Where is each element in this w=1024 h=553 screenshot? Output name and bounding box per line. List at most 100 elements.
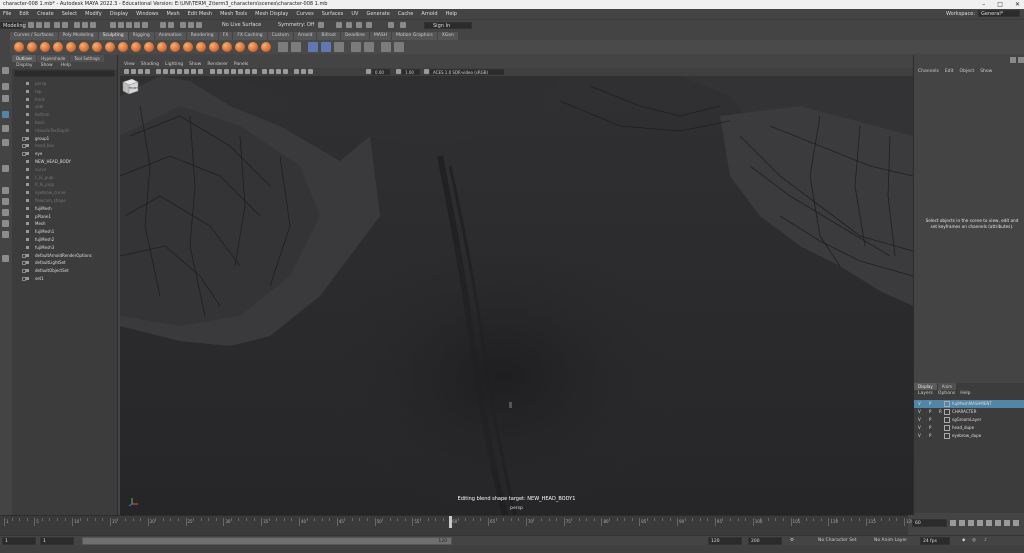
anti-aliasing-icon[interactable] [276, 69, 281, 74]
persp-graph-icon[interactable] [2, 220, 9, 227]
sound-icon[interactable]: ♪ [984, 537, 987, 545]
shelf-tab-mash[interactable]: MASH [369, 32, 392, 40]
anim-prefs-icon[interactable]: ◎ [972, 537, 976, 545]
layer-icon[interactable] [334, 42, 344, 52]
anim-layer-label[interactable]: No Anim Layer [874, 537, 907, 545]
bookmark-icon[interactable] [138, 69, 143, 74]
step-forward-key-icon[interactable] [1004, 520, 1010, 526]
tool-settings-icon[interactable] [356, 22, 362, 28]
open-scene-icon[interactable] [36, 22, 42, 28]
isolate-select-icon[interactable] [294, 69, 299, 74]
shelf-tab-rigging[interactable]: Rigging [128, 32, 154, 40]
menu-mesh-display[interactable]: Mesh Display [255, 11, 288, 17]
layers-help-menu[interactable]: Help [960, 390, 970, 397]
camera-attributes-icon[interactable] [131, 69, 136, 74]
shelf-tab-fx[interactable]: FX [218, 32, 233, 40]
xray-components-icon[interactable] [308, 69, 313, 74]
grid-icon[interactable] [156, 69, 161, 74]
select-hierarchy-icon[interactable] [74, 22, 80, 28]
color-management-icon[interactable] [424, 69, 429, 74]
use-all-lights-icon[interactable] [245, 69, 250, 74]
viewport-menu-lighting[interactable]: Lighting [165, 61, 183, 68]
xray-icon[interactable] [231, 69, 236, 74]
step-back-frame-icon[interactable] [968, 520, 974, 526]
lasso-tool-icon[interactable] [2, 83, 9, 90]
channel-toggle-icon[interactable] [336, 22, 342, 28]
outliner-item[interactable]: back [12, 119, 118, 127]
step-forward-frame-icon[interactable] [995, 520, 1001, 526]
menu-file[interactable]: File [3, 11, 11, 17]
four-pane-icon[interactable] [2, 198, 9, 205]
outliner-item[interactable]: eye [12, 150, 118, 158]
shelf-tab-rendering[interactable]: Rendering [186, 32, 218, 40]
snap-curve-icon[interactable] [118, 22, 124, 28]
viewport-menu-renderer[interactable]: Renderer [207, 61, 228, 68]
pose-editor-icon[interactable] [321, 42, 331, 52]
layer-visibility-toggle[interactable]: V [918, 416, 921, 424]
menu-mesh[interactable]: Mesh [166, 11, 179, 17]
screen-space-ao-icon[interactable] [262, 69, 267, 74]
search-icon[interactable] [2, 255, 9, 262]
outliner-item[interactable]: side [12, 103, 118, 111]
menu-help[interactable]: Help [446, 11, 457, 17]
retopo-icon[interactable] [381, 42, 391, 52]
gamma-field[interactable]: 1.00 [402, 69, 420, 75]
shelf-tab-animation[interactable]: Animation [154, 32, 186, 40]
shelf-tab-deadline[interactable]: Deadline [340, 32, 369, 40]
shelf-tab-fx-caching[interactable]: FX Caching [233, 32, 267, 40]
layer-row[interactable]: V PsgGroomLayer [914, 416, 1024, 424]
sculpt-brush-icon[interactable] [14, 42, 24, 52]
animation-start-field[interactable]: 1 [2, 537, 36, 545]
layer-row[interactable]: V Phead_dupe [914, 424, 1024, 432]
resolution-gate-icon[interactable] [170, 69, 175, 74]
shelf-tab-motion-graphics[interactable]: Motion Graphics [392, 32, 437, 40]
animation-end-field[interactable]: 200 [748, 537, 782, 545]
menu-edit-mesh[interactable]: Edit Mesh [188, 11, 212, 17]
blend-shape-icon[interactable] [291, 42, 301, 52]
quad-draw-icon[interactable] [394, 42, 404, 52]
outliner-item[interactable]: fujiMesh [12, 205, 118, 213]
command-line[interactable] [0, 545, 1024, 553]
shelf-tab-poly-modeling[interactable]: Poly Modeling [58, 32, 98, 40]
layer-row[interactable]: V PfujiMeshMASHMENT [914, 400, 1024, 408]
range-slider[interactable]: 120 [82, 537, 452, 545]
smooth-brush-icon[interactable] [27, 42, 37, 52]
current-frame-field[interactable]: 60 [912, 519, 947, 527]
layer-visibility-toggle[interactable]: V [918, 432, 921, 440]
outliner-item[interactable]: fujiMesh1 [12, 228, 118, 236]
wireframe-icon[interactable] [210, 69, 215, 74]
outliner-item[interactable]: group1 [12, 135, 118, 143]
layer-color-swatch[interactable] [944, 409, 950, 415]
spray-brush-icon[interactable] [105, 42, 115, 52]
foamy-brush-icon[interactable] [92, 42, 102, 52]
outliner-item[interactable]: bottom [12, 111, 118, 119]
move-tool-icon[interactable] [2, 111, 9, 118]
safe-title-icon[interactable] [198, 69, 203, 74]
layers-options-menu[interactable]: Options [938, 390, 955, 397]
symmetry-tool-icon[interactable] [351, 42, 361, 52]
menu-modify[interactable]: Modify [85, 11, 102, 17]
play-forward-icon[interactable] [986, 520, 992, 526]
outliner-item[interactable]: persp [12, 80, 118, 88]
shape-editor-icon[interactable] [308, 42, 318, 52]
depth-of-field-icon[interactable] [283, 69, 288, 74]
outliner-item[interactable]: defaultArnoldRenderOptions [12, 252, 118, 260]
symmetry-label[interactable]: Symmetry: Off [278, 21, 314, 30]
menu-mesh-tools[interactable]: Mesh Tools [220, 11, 247, 17]
menu-edit[interactable]: Edit [19, 11, 29, 17]
select-tool-icon[interactable] [2, 67, 9, 74]
shelf-tab-curves-surfaces[interactable]: Curves / Surfaces [10, 32, 58, 40]
outliner-menu-display[interactable]: Display [16, 62, 33, 69]
tab-tool-settings[interactable]: Tool Settings [70, 55, 104, 62]
object-details-icon[interactable] [400, 22, 406, 28]
outliner-item[interactable]: fujiMesh2 [12, 236, 118, 244]
wax-brush-icon[interactable] [144, 42, 154, 52]
amplify-brush-icon[interactable] [222, 42, 232, 52]
viewport-menu-panels[interactable]: Panels [234, 61, 248, 68]
shelf-tab-arnold[interactable]: Arnold [293, 32, 317, 40]
field-chart-icon[interactable] [184, 69, 189, 74]
save-scene-icon[interactable] [44, 22, 50, 28]
motion-blur-icon[interactable] [269, 69, 274, 74]
outliner-item[interactable]: top [12, 88, 118, 96]
layer-visibility-toggle[interactable]: V [918, 400, 921, 408]
